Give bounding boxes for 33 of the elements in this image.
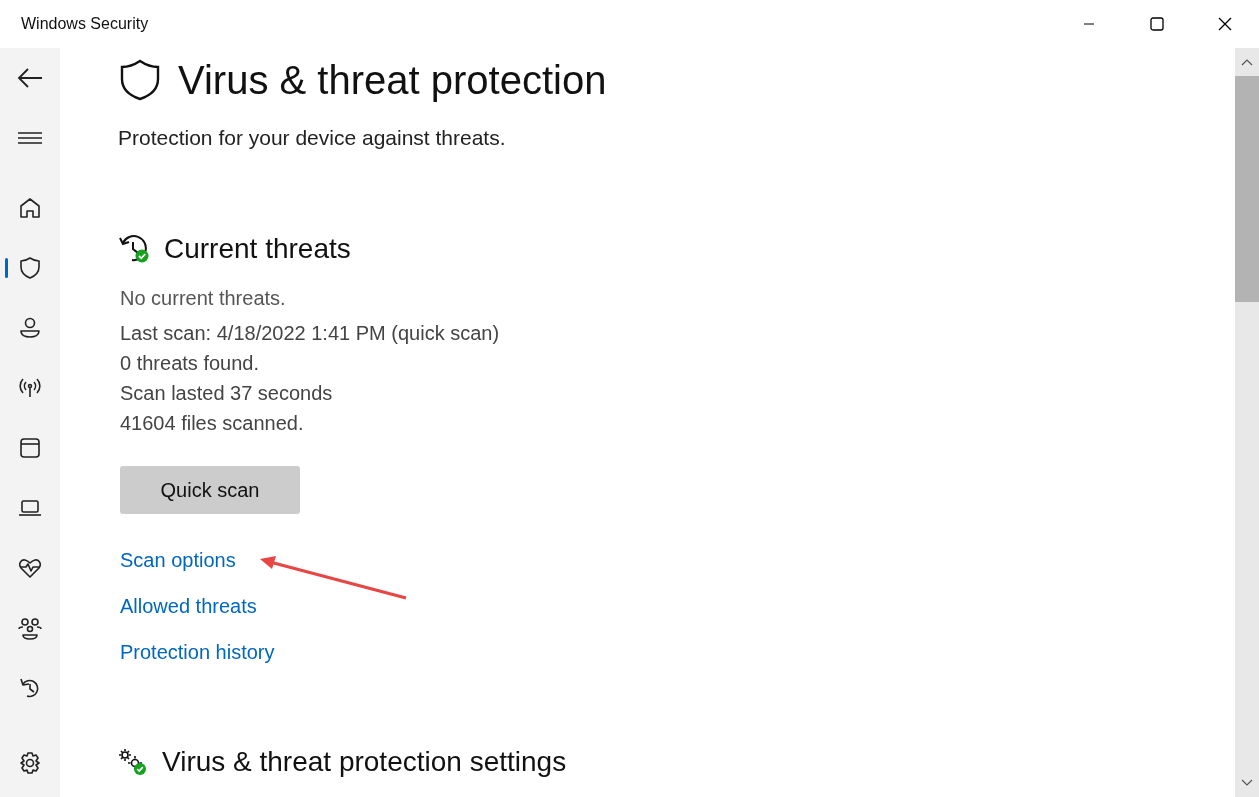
shield-icon — [18, 256, 42, 280]
link[interactable]: Allowed threats — [120, 592, 257, 620]
threat-status: No current threats. — [120, 287, 287, 310]
page-title: Virus & threat protection — [178, 57, 607, 103]
scrollbar-thumb[interactable] — [1235, 76, 1259, 302]
scan-detail: 0 threats found. — [120, 351, 260, 376]
section-heading: Virus & threat protection settings — [162, 746, 567, 778]
section-heading: Current threats — [164, 233, 351, 265]
window-icon — [18, 436, 42, 460]
gears-check-icon — [118, 748, 148, 776]
shield-icon — [120, 59, 160, 101]
settings-icon — [18, 751, 42, 775]
person-icon — [18, 316, 42, 340]
window-title: Windows Security — [21, 15, 149, 33]
close-icon — [1218, 17, 1232, 31]
scan-detail: 41604 files scanned. — [120, 411, 305, 436]
people-icon — [18, 616, 42, 640]
maximize-icon — [1150, 17, 1164, 31]
page-subtitle: Protection for your device against threats. — [118, 126, 507, 150]
scrollbar[interactable] — [1235, 48, 1259, 797]
link[interactable]: Protection history — [120, 638, 275, 666]
scan-detail: Last scan: 4/18/2022 1:41 PM (quick scan) — [120, 321, 501, 346]
home-icon — [18, 196, 42, 220]
antenna-icon — [18, 376, 42, 400]
heart-pulse-icon — [18, 556, 42, 580]
menu-icon — [18, 132, 42, 144]
back-arrow-icon — [17, 67, 43, 89]
quick-scan-button[interactable]: Quick scan — [120, 466, 300, 514]
scroll-up-icon[interactable] — [1241, 58, 1253, 66]
scroll-down-icon[interactable] — [1241, 779, 1253, 787]
link[interactable]: Scan options — [120, 546, 236, 574]
history-check-icon — [118, 234, 150, 264]
scan-detail: Scan lasted 37 seconds — [120, 381, 334, 406]
